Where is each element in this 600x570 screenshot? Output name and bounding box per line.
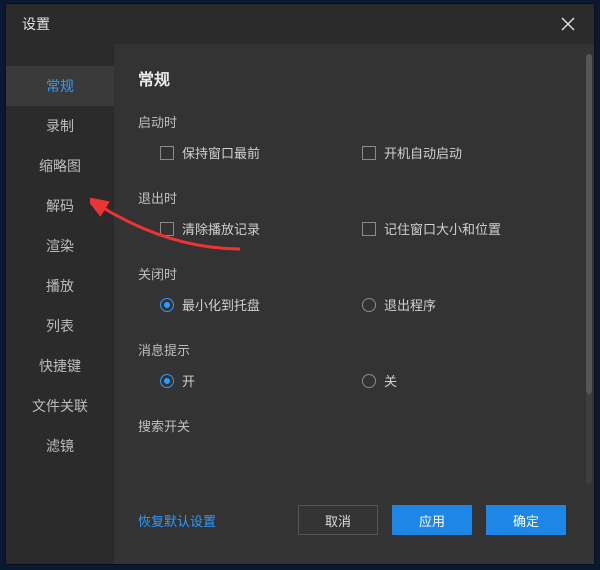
sidebar-item-general[interactable]: 常规 (6, 66, 114, 106)
sidebar-item-decode[interactable]: 解码 (6, 186, 114, 226)
footer: 恢复默认设置 取消 应用 确定 (138, 492, 568, 552)
radio-icon (160, 298, 174, 312)
settings-dialog: 设置 常规 录制 缩略图 解码 渲染 播放 列表 快捷键 文件关联 滤镜 常规 (6, 4, 594, 564)
checkbox-label: 开机自动启动 (384, 143, 462, 162)
apply-button[interactable]: 应用 (392, 505, 472, 535)
checkbox-icon (362, 146, 376, 160)
checkbox-label: 保持窗口最前 (182, 143, 260, 162)
checkbox-keep-on-top[interactable]: 保持窗口最前 (160, 143, 260, 162)
sidebar-item-label: 滤镜 (46, 436, 74, 456)
radio-minimize-tray[interactable]: 最小化到托盘 (160, 295, 260, 314)
settings-content: 启动时 保持窗口最前 开机自动启动 (138, 112, 568, 492)
sidebar-item-record[interactable]: 录制 (6, 106, 114, 146)
scrollbar-thumb[interactable] (586, 54, 592, 394)
group-title: 启动时 (138, 112, 564, 131)
radio-icon (160, 374, 174, 388)
titlebar: 设置 (6, 4, 594, 44)
sidebar-item-label: 常规 (46, 76, 74, 96)
footer-buttons: 取消 应用 确定 (298, 505, 566, 535)
sidebar-item-thumbnail[interactable]: 缩略图 (6, 146, 114, 186)
close-button[interactable] (554, 10, 582, 38)
group-title: 消息提示 (138, 340, 564, 359)
sidebar-item-label: 快捷键 (39, 356, 81, 376)
checkbox-clear-history[interactable]: 清除播放记录 (160, 219, 260, 238)
checkbox-icon (362, 222, 376, 236)
sidebar-item-label: 缩略图 (39, 156, 81, 176)
cancel-button[interactable]: 取消 (298, 505, 378, 535)
close-icon (561, 17, 575, 31)
group-close: 关闭时 最小化到托盘 退出程序 (138, 264, 564, 314)
sidebar: 常规 录制 缩略图 解码 渲染 播放 列表 快捷键 文件关联 滤镜 (6, 44, 114, 564)
ok-button[interactable]: 确定 (486, 505, 566, 535)
sidebar-item-list[interactable]: 列表 (6, 306, 114, 346)
sidebar-item-label: 渲染 (46, 236, 74, 256)
group-title: 搜索开关 (138, 416, 564, 435)
radio-label: 关 (384, 371, 397, 390)
sidebar-item-fileassoc[interactable]: 文件关联 (6, 386, 114, 426)
checkbox-label: 记住窗口大小和位置 (384, 219, 501, 238)
radio-exit-program[interactable]: 退出程序 (362, 295, 436, 314)
group-title: 关闭时 (138, 264, 564, 283)
group-search: 搜索开关 (138, 416, 564, 435)
checkbox-auto-start[interactable]: 开机自动启动 (362, 143, 462, 162)
group-exit: 退出时 清除播放记录 记住窗口大小和位置 (138, 188, 564, 238)
sidebar-item-label: 列表 (46, 316, 74, 336)
radio-label: 开 (182, 371, 195, 390)
main-panel: 常规 启动时 保持窗口最前 (114, 44, 594, 564)
radio-icon (362, 298, 376, 312)
radio-label: 退出程序 (384, 295, 436, 314)
group-title: 退出时 (138, 188, 564, 207)
sidebar-item-render[interactable]: 渲染 (6, 226, 114, 266)
sidebar-item-hotkey[interactable]: 快捷键 (6, 346, 114, 386)
sidebar-item-label: 文件关联 (32, 396, 88, 416)
sidebar-item-label: 播放 (46, 276, 74, 296)
radio-label: 最小化到托盘 (182, 295, 260, 314)
radio-msg-on[interactable]: 开 (160, 371, 195, 390)
radio-msg-off[interactable]: 关 (362, 371, 397, 390)
page-title: 常规 (138, 66, 568, 90)
checkbox-icon (160, 146, 174, 160)
reset-defaults-link[interactable]: 恢复默认设置 (138, 511, 216, 530)
radio-icon (362, 374, 376, 388)
sidebar-item-label: 解码 (46, 196, 74, 216)
checkbox-remember-window[interactable]: 记住窗口大小和位置 (362, 219, 501, 238)
checkbox-icon (160, 222, 174, 236)
checkbox-label: 清除播放记录 (182, 219, 260, 238)
sidebar-item-label: 录制 (46, 116, 74, 136)
group-startup: 启动时 保持窗口最前 开机自动启动 (138, 112, 564, 162)
dialog-title: 设置 (22, 14, 50, 34)
dialog-body: 常规 录制 缩略图 解码 渲染 播放 列表 快捷键 文件关联 滤镜 常规 启动时 (6, 44, 594, 564)
sidebar-item-play[interactable]: 播放 (6, 266, 114, 306)
group-messages: 消息提示 开 关 (138, 340, 564, 390)
sidebar-item-filter[interactable]: 滤镜 (6, 426, 114, 466)
